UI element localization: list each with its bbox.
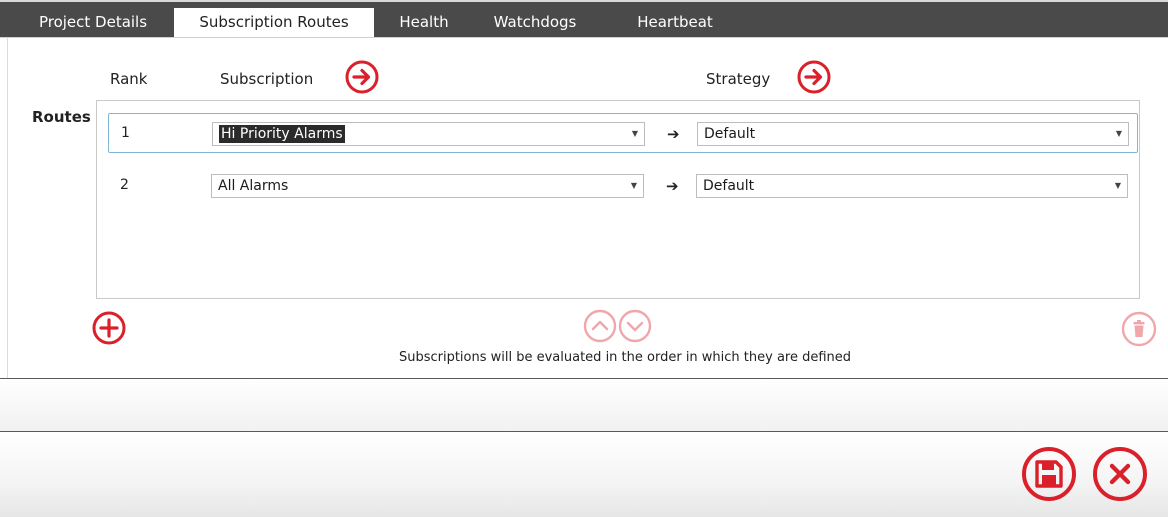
strategy-select[interactable]: Default ▼ bbox=[696, 174, 1128, 198]
subscription-nav-button[interactable] bbox=[345, 60, 379, 94]
chevron-down-icon: ▼ bbox=[630, 181, 638, 190]
subscription-select[interactable]: Hi Priority Alarms ▼ bbox=[212, 122, 645, 146]
save-button[interactable] bbox=[1021, 446, 1077, 502]
tab-heartbeat[interactable]: Heartbeat bbox=[620, 8, 730, 39]
chevron-down-circle-icon bbox=[618, 309, 652, 343]
close-circle-icon bbox=[1093, 447, 1147, 501]
save-circle-icon bbox=[1022, 447, 1076, 501]
footer bbox=[0, 432, 1168, 517]
add-route-button[interactable] bbox=[92, 311, 126, 345]
tab-bar: Project Details Subscription Routes Heal… bbox=[0, 0, 1168, 39]
strategy-value: Default bbox=[703, 178, 755, 194]
routes-label: Routes bbox=[32, 108, 91, 126]
subscription-column-header: Subscription bbox=[220, 70, 314, 88]
move-up-button[interactable] bbox=[583, 309, 617, 343]
strategy-select[interactable]: Default ▼ bbox=[697, 122, 1129, 146]
close-button[interactable] bbox=[1092, 446, 1148, 502]
route-row[interactable]: 1 Hi Priority Alarms ▼ ➔ Default ▼ bbox=[108, 113, 1138, 153]
arrow-right-circle-icon bbox=[345, 60, 379, 94]
route-row[interactable]: 2 All Alarms ▼ ➔ Default ▼ bbox=[108, 166, 1138, 206]
route-flow-arrow: ➔ bbox=[667, 125, 680, 143]
tab-divider bbox=[0, 37, 1168, 38]
strategy-value: Default bbox=[704, 126, 756, 142]
route-rank: 2 bbox=[120, 177, 129, 193]
tab-watchdogs[interactable]: Watchdogs bbox=[482, 8, 588, 39]
tab-project-details[interactable]: Project Details bbox=[22, 8, 164, 39]
arrow-right-circle-icon bbox=[797, 60, 831, 94]
evaluation-order-hint: Subscriptions will be evaluated in the o… bbox=[398, 350, 852, 365]
subscription-value: All Alarms bbox=[218, 178, 289, 194]
route-rank: 1 bbox=[121, 125, 130, 141]
tab-health[interactable]: Health bbox=[386, 8, 462, 39]
chevron-down-icon: ▼ bbox=[631, 129, 639, 138]
chevron-down-icon: ▼ bbox=[1115, 129, 1123, 138]
chevron-up-circle-icon bbox=[583, 309, 617, 343]
subscription-select[interactable]: All Alarms ▼ bbox=[211, 174, 644, 198]
strategy-column-header: Strategy bbox=[706, 70, 771, 88]
status-band bbox=[0, 379, 1168, 431]
delete-route-button[interactable] bbox=[1121, 311, 1157, 347]
subscription-value: Hi Priority Alarms bbox=[219, 125, 345, 143]
rank-column-header: Rank bbox=[110, 70, 148, 88]
tab-subscription-routes[interactable]: Subscription Routes bbox=[174, 8, 374, 39]
trash-circle-icon bbox=[1121, 311, 1157, 347]
route-flow-arrow: ➔ bbox=[666, 177, 679, 195]
plus-circle-icon bbox=[92, 311, 126, 345]
move-down-button[interactable] bbox=[618, 309, 652, 343]
strategy-nav-button[interactable] bbox=[797, 60, 831, 94]
chevron-down-icon: ▼ bbox=[1114, 181, 1122, 190]
